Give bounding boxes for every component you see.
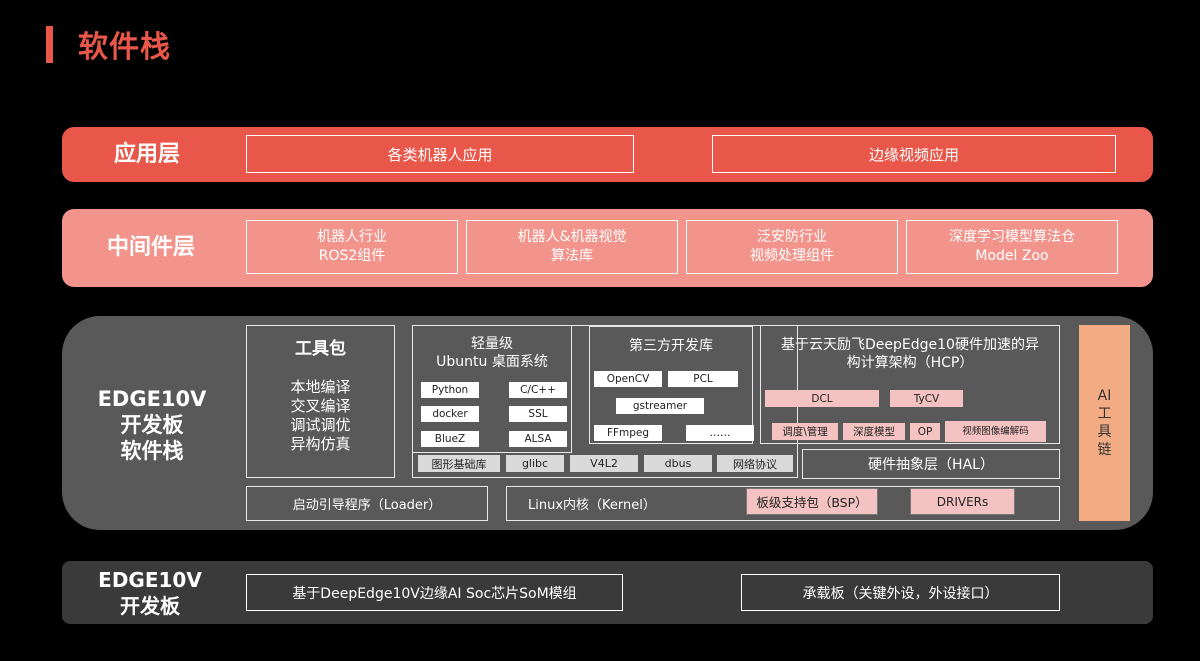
ai-toolchain-char: 工: [1097, 405, 1112, 422]
toolkit-item: 调试调优: [290, 416, 351, 434]
chip-video-codec: 视频图像编解码: [945, 421, 1046, 442]
vision-line2: 算法库: [551, 248, 593, 264]
hcp-title: 基于云天励飞DeepEdge10硬件加速的异 构计算架构（HCP）: [762, 333, 1058, 375]
hcp-title-line2: 构计算架构（HCP）: [846, 355, 974, 371]
page-title: 软件栈: [78, 30, 171, 65]
board-label-line2: 开发板: [120, 593, 180, 618]
chip-ssl: SSL: [509, 406, 567, 422]
chip-deep-model: 深度模型: [843, 423, 905, 440]
chip-ffmpeg: FFmpeg: [594, 425, 662, 441]
drivers-box: DRIVERs: [910, 488, 1015, 515]
edge-stack-label: EDGE10V 开发板 软件栈: [92, 380, 212, 470]
chip-graphics-lib: 图形基础库: [418, 455, 500, 472]
ros2-line1: 机器人行业: [317, 229, 387, 246]
middleware-layer-label: 中间件层: [106, 235, 195, 261]
chip-glibc: glibc: [506, 455, 564, 472]
ai-toolchain-char: 链: [1097, 442, 1112, 459]
chip-cpp: C/C++: [509, 382, 567, 398]
chip-pcl: PCL: [668, 371, 738, 387]
app-layer-label: 应用层: [113, 141, 180, 167]
ubuntu-title-line2: Ubuntu 桌面系统: [436, 354, 548, 370]
edge-stack-label-line1: EDGE10V: [97, 386, 207, 411]
chip-opencv: OpenCV: [594, 371, 662, 387]
third-party-title: 第三方开发库: [629, 338, 713, 354]
chip-python: Python: [421, 382, 479, 398]
chip-dcl: DCL: [765, 390, 879, 407]
som-module-box: 基于DeepEdge10V边缘AI Soc芯片SoM模组: [246, 574, 623, 611]
toolkit-title: 工具包: [295, 338, 346, 359]
toolkit-list: 本地编译 交叉编译 调试调优 异构仿真: [246, 376, 395, 456]
chip-docker: docker: [421, 406, 479, 422]
hal-box: 硬件抽象层（HAL）: [802, 449, 1060, 479]
board-layer-label: EDGE10V 开发板: [92, 564, 208, 621]
chip-gstreamer: gstreamer: [616, 398, 704, 414]
vision-algorithms-box: 机器人&机器视觉 算法库: [466, 220, 678, 274]
edge-stack-label-line3: 软件栈: [120, 439, 184, 464]
ai-toolchain-box: AI 工 具 链: [1079, 325, 1130, 521]
chip-op: OP: [910, 423, 940, 440]
chip-bluez: BlueZ: [421, 431, 479, 447]
title-accent-bar: [46, 26, 53, 63]
chip-alsa: ALSA: [509, 431, 567, 447]
chip-network-protocol: 网络协议: [717, 455, 793, 472]
chip-v4l2: V4L2: [570, 455, 638, 472]
model-zoo-line1: 深度学习模型算法仓: [949, 229, 1075, 246]
chip-more: ……: [686, 425, 754, 441]
chip-tycv: TyCV: [890, 390, 963, 407]
chip-dbus: dbus: [644, 455, 712, 472]
toolkit-item: 本地编译: [290, 377, 351, 396]
edge-video-apps-box: 边缘视频应用: [712, 135, 1116, 173]
kernel-label: Linux内核（Kernel）: [528, 498, 656, 513]
hcp-title-line1: 基于云天励飞DeepEdge10硬件加速的异: [781, 336, 1039, 353]
security-line2: 视频处理组件: [750, 248, 834, 264]
ubuntu-title: 轻量级 Ubuntu 桌面系统: [412, 333, 572, 373]
ai-toolchain-char: AI: [1097, 387, 1112, 404]
model-zoo-box: 深度学习模型算法仓 Model Zoo: [906, 220, 1118, 274]
chip-scheduling: 调度\管理: [772, 423, 838, 440]
security-line1: 泛安防行业: [757, 229, 827, 246]
ros2-line2: ROS2组件: [318, 248, 386, 264]
bsp-box: 板级支持包（BSP）: [746, 488, 878, 515]
security-video-box: 泛安防行业 视频处理组件: [686, 220, 898, 274]
loader-box: 启动引导程序（Loader）: [246, 486, 488, 521]
board-label-line1: EDGE10V: [98, 567, 202, 592]
robot-apps-box: 各类机器人应用: [246, 135, 634, 173]
edge-stack-label-line2: 开发板: [120, 412, 184, 437]
toolkit-item: 交叉编译: [290, 396, 351, 415]
ubuntu-title-line1: 轻量级: [471, 335, 513, 352]
vision-line1: 机器人&机器视觉: [517, 229, 627, 246]
ai-toolchain-char: 具: [1097, 424, 1112, 440]
carrier-board-box: 承载板（关键外设，外设接口）: [741, 574, 1060, 611]
ros2-components-box: 机器人行业 ROS2组件: [246, 220, 458, 274]
model-zoo-line2: Model Zoo: [975, 248, 1049, 264]
toolkit-item: 异构仿真: [290, 435, 351, 454]
